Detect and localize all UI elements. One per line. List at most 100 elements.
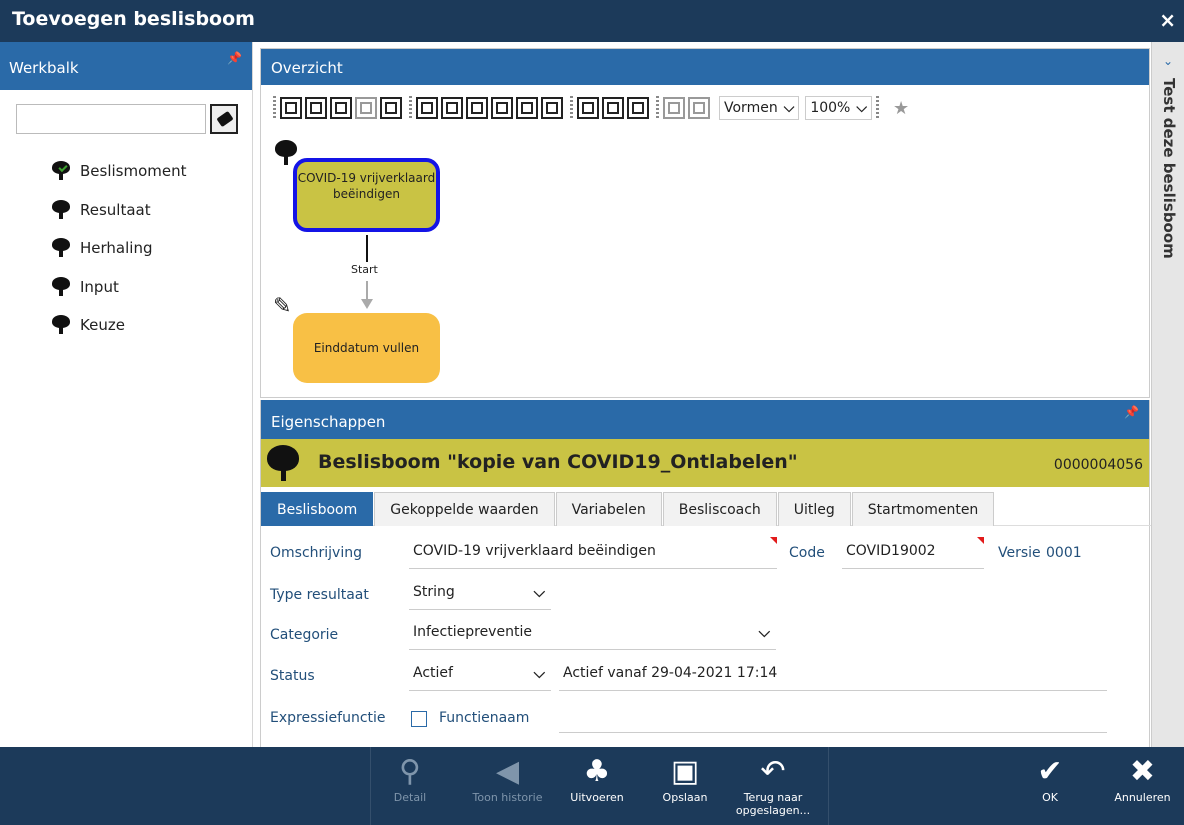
diagram-connector <box>366 235 368 262</box>
window-titlebar: Toevoegen beslisboom × <box>0 0 1184 42</box>
type-resultaat-label: Type resultaat <box>270 587 369 603</box>
diagram-node-actie[interactable]: Einddatum vullen <box>293 313 440 383</box>
search-icon: ⚲ <box>399 754 421 789</box>
overzicht-header: Overzicht <box>261 49 1149 85</box>
tool-item-label: Input <box>80 277 119 296</box>
grid-list-icon[interactable] <box>663 97 685 119</box>
categorie-select[interactable]: Infectiepreventie ⌵ <box>409 618 776 650</box>
tool-item-beslismoment[interactable]: Beslismoment <box>50 152 187 191</box>
clear-search-button[interactable] <box>210 104 238 134</box>
align-center-horizontal-icon[interactable] <box>516 97 538 119</box>
keuze-tree-icon <box>50 314 72 336</box>
test-beslisboom-label: Test deze beslisboom <box>1160 78 1178 259</box>
paste-icon[interactable] <box>355 97 377 119</box>
opslaan-button[interactable]: ▣ Opslaan <box>660 747 710 825</box>
test-beslisboom-sidebar[interactable]: ⌄ Test deze beslisboom <box>1151 42 1184 747</box>
annuleren-button[interactable]: ✖ Annuleren <box>1105 747 1180 825</box>
divider <box>828 747 829 825</box>
input-tree-icon <box>50 276 72 298</box>
functienaam-label: Functienaam <box>439 710 530 726</box>
functienaam-field[interactable] <box>559 701 1107 733</box>
banner-title: Beslisboom "kopie van COVID19_Ontlabelen… <box>318 451 798 473</box>
tool-item-input[interactable]: Input <box>50 268 187 307</box>
uitvoeren-button[interactable]: ♣ Uitvoeren <box>563 747 631 825</box>
code-field[interactable]: COVID19002 <box>842 537 984 569</box>
favorite-star-icon[interactable]: ★ <box>893 98 909 119</box>
tab-variabelen[interactable]: Variabelen <box>555 492 662 526</box>
status-info: Actief vanaf 29-04-2021 17:14 <box>559 659 1107 691</box>
terug-naar-opgeslagen-button[interactable]: ↶ Terug naar opgeslagen... <box>728 747 818 825</box>
layout-icon[interactable] <box>380 97 402 119</box>
chevron-down-icon: ⌵ <box>533 583 545 601</box>
tree-icon <box>265 443 305 483</box>
tree-layout-alt-icon[interactable] <box>602 97 624 119</box>
toolbar-separator <box>656 96 659 120</box>
ok-button[interactable]: ✔ OK <box>1020 747 1080 825</box>
detail-label: Detail <box>393 791 427 804</box>
pin-icon[interactable]: 📌 <box>227 51 242 65</box>
tool-item-resultaat[interactable]: Resultaat <box>50 191 187 230</box>
werkbalk-header: Werkbalk 📌 <box>0 42 252 90</box>
versie-value: 0001 <box>1046 545 1082 561</box>
categorie-value: Infectiepreventie <box>413 624 532 640</box>
eigenschappen-panel: Eigenschappen 📌 Beslisboom "kopie van CO… <box>260 400 1151 747</box>
status-select[interactable]: Actief ⌵ <box>409 659 551 691</box>
detail-button[interactable]: ⚲ Detail <box>385 747 435 825</box>
beslisboom-banner: Beslisboom "kopie van COVID19_Ontlabelen… <box>261 439 1149 487</box>
overzicht-toolbar: Vormen ⌵ 100% ⌵ ★ <box>269 93 909 123</box>
terug-label: Terug naar opgeslagen... <box>735 791 811 817</box>
checkmark-icon: ✔ <box>1037 754 1063 789</box>
tool-item-herhaling[interactable]: Herhaling <box>50 229 187 268</box>
align-center-vertical-icon[interactable] <box>541 97 563 119</box>
expressiefunctie-checkbox[interactable] <box>411 711 427 727</box>
pin-icon[interactable]: 📌 <box>1124 405 1139 419</box>
tab-uitleg[interactable]: Uitleg <box>777 492 851 526</box>
tool-item-label: Resultaat <box>80 200 151 219</box>
tab-beslisboom[interactable]: Beslisboom <box>261 492 374 526</box>
tree-layout-filled-icon[interactable] <box>627 97 649 119</box>
werkbalk-search-input[interactable] <box>16 104 206 134</box>
tab-gekoppelde-waarden[interactable]: Gekoppelde waarden <box>374 492 555 526</box>
type-resultaat-select[interactable]: String ⌵ <box>409 578 551 610</box>
tab-besliscoach[interactable]: Besliscoach <box>662 492 777 526</box>
toolbar-separator <box>273 96 276 120</box>
eigenschappen-header: Eigenschappen 📌 <box>261 400 1149 439</box>
toolbar-separator <box>875 96 879 120</box>
tree-layout-icon[interactable] <box>577 97 599 119</box>
window-title: Toevoegen beslisboom <box>12 8 255 30</box>
toon-historie-button[interactable]: ◀ Toon historie <box>460 747 555 825</box>
tool-item-keuze[interactable]: Keuze <box>50 306 187 345</box>
zoom-select[interactable]: 100% ⌵ <box>805 96 872 120</box>
save-icon: ▣ <box>670 754 700 789</box>
overzicht-panel: Overzicht Vormen ⌵ 100% ⌵ ★ COVID-19 vrijv… <box>260 48 1150 398</box>
omschrijving-field[interactable]: COVID-19 vrijverklaard beëindigen <box>409 537 777 569</box>
delete-icon[interactable] <box>280 97 302 119</box>
toolbar-separator <box>409 96 412 120</box>
align-left-icon[interactable] <box>416 97 438 119</box>
copy-icon[interactable] <box>330 97 352 119</box>
close-icon[interactable]: × <box>1159 8 1176 32</box>
diagram-node-beslismoment[interactable]: COVID-19 vrijverklaard beëindigen <box>293 158 440 232</box>
align-bottom-icon[interactable] <box>491 97 513 119</box>
werkbalk-panel: Werkbalk 📌 Beslismoment Resultaat Herhal… <box>0 42 253 747</box>
grid-tiles-icon[interactable] <box>688 97 710 119</box>
paperclip-pencil-icon: ✎ <box>273 294 292 319</box>
ok-label: OK <box>1042 791 1058 804</box>
tab-startmomenten[interactable]: Startmomenten <box>851 492 995 526</box>
cut-icon[interactable] <box>305 97 327 119</box>
chevron-down-icon: ⌵ <box>783 100 795 116</box>
vormen-select-value: Vormen <box>724 100 778 116</box>
expressiefunctie-label: Expressiefunctie <box>270 710 386 726</box>
align-right-icon[interactable] <box>441 97 463 119</box>
eigenschappen-title: Eigenschappen <box>271 413 386 431</box>
annuleren-label: Annuleren <box>1114 791 1171 804</box>
vormen-select[interactable]: Vormen ⌵ <box>719 96 800 120</box>
chevron-down-icon: ⌄ <box>1163 54 1174 68</box>
chevron-down-icon: ⌵ <box>758 623 770 641</box>
align-top-icon[interactable] <box>466 97 488 119</box>
chevron-down-icon: ⌵ <box>856 100 867 116</box>
omschrijving-label: Omschrijving <box>270 545 362 561</box>
eigenschappen-tabs: Beslisboom Gekoppelde waarden Variabelen… <box>261 492 1151 526</box>
uitvoeren-label: Uitvoeren <box>570 791 624 804</box>
type-resultaat-value: String <box>413 584 455 600</box>
